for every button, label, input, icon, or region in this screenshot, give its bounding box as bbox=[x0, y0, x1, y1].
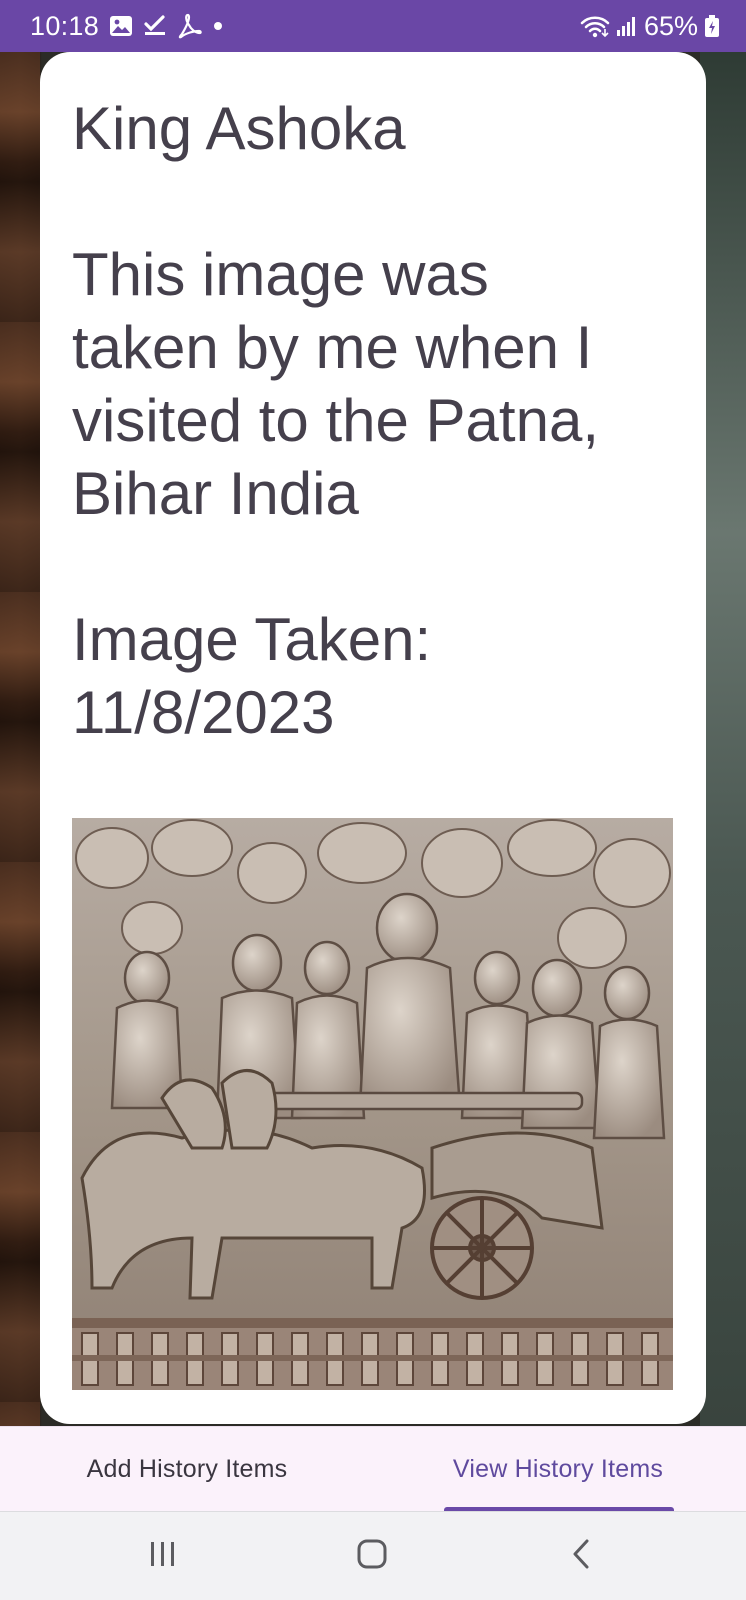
bottom-tab-bar: Add History Items View History Items bbox=[0, 1426, 746, 1512]
wifi-icon bbox=[580, 14, 610, 38]
pdf-icon bbox=[177, 13, 203, 39]
gallery-icon bbox=[109, 15, 133, 37]
description-line-3: visited to the Patna, bbox=[72, 387, 599, 454]
home-button[interactable] bbox=[342, 1534, 402, 1578]
background-wood-edge bbox=[0, 52, 40, 1426]
background-stone-edge bbox=[700, 52, 746, 1426]
date-label: Image Taken: bbox=[72, 606, 432, 673]
system-nav-bar bbox=[0, 1511, 746, 1600]
back-button[interactable] bbox=[552, 1534, 612, 1578]
status-bar: 10:18 65% bbox=[0, 0, 746, 52]
tab-view-history-items[interactable]: View History Items bbox=[428, 1427, 688, 1512]
back-icon bbox=[571, 1538, 593, 1575]
description-line-4: Bihar India bbox=[72, 460, 359, 527]
recent-apps-button[interactable] bbox=[133, 1534, 193, 1578]
battery-percent: 65% bbox=[643, 10, 698, 41]
description-line-2: taken by me when I bbox=[72, 314, 593, 381]
battery-icon bbox=[704, 14, 720, 38]
home-icon bbox=[357, 1539, 387, 1574]
recent-apps-icon bbox=[148, 1540, 178, 1573]
text-spacer bbox=[72, 165, 674, 238]
description-line-1: This image was bbox=[72, 241, 489, 308]
signal-icon bbox=[616, 15, 638, 37]
task-check-icon bbox=[143, 15, 167, 37]
tab-add-history-items[interactable]: Add History Items bbox=[64, 1427, 310, 1512]
tab-view-label: View History Items bbox=[452, 1455, 664, 1483]
tab-add-label: Add History Items bbox=[86, 1455, 288, 1483]
notification-dot-icon bbox=[213, 21, 223, 31]
history-item-title: King Ashoka bbox=[72, 95, 406, 162]
history-item-text: King Ashoka This image was taken by me w… bbox=[72, 92, 674, 749]
stone-carving-illustration bbox=[72, 818, 673, 1390]
history-item-card[interactable]: King Ashoka This image was taken by me w… bbox=[40, 52, 706, 1424]
status-time: 10:18 bbox=[30, 10, 100, 41]
history-item-photo bbox=[72, 818, 673, 1390]
date-value: 11/8/2023 bbox=[72, 679, 335, 746]
text-spacer bbox=[72, 530, 674, 603]
